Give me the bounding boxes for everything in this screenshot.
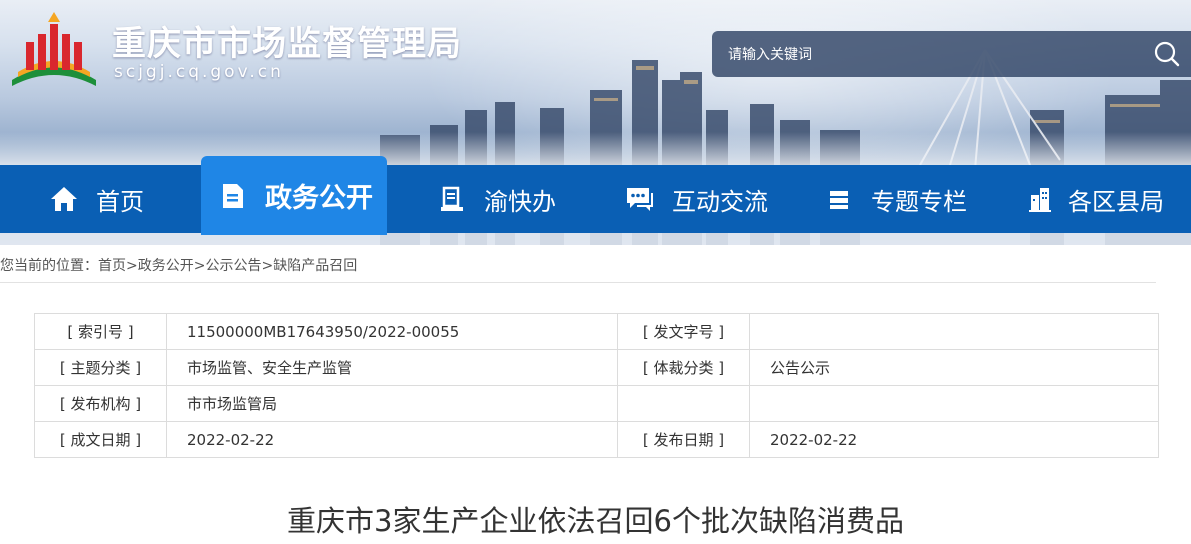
nav-item-yukuaiban[interactable]: 渝快办 (436, 165, 556, 233)
topic-icon (823, 183, 855, 215)
nav-item-district-bureaus[interactable]: 各区县局 (1024, 165, 1164, 233)
search-icon (1154, 41, 1180, 67)
nav-label: 首页 (96, 187, 144, 216)
document-info-table: [ 索引号 ] 11500000MB17643950/2022-00055 [ … (34, 313, 1159, 458)
table-row: [ 成文日期 ] 2022-02-22 [ 发布日期 ] 2022-02-22 (34, 421, 1159, 458)
publish-date-label: [ 发布日期 ] (617, 421, 750, 458)
table-row: [ 索引号 ] 11500000MB17643950/2022-00055 [ … (34, 313, 1159, 350)
nav-label: 互动交流 (672, 187, 768, 216)
breadcrumb-link-defect-recall[interactable]: 缺陷产品召回 (273, 258, 357, 274)
genre-category-value: 公告公示 (749, 349, 1159, 386)
site-title: 重庆市市场监督管理局 (112, 24, 462, 64)
breadcrumb: 您当前的位置：首页>政务公开>公示公告>缺陷产品召回 (0, 255, 357, 275)
genre-category-label: [ 体裁分类 ] (617, 349, 750, 386)
nav-item-home[interactable]: 首页 (48, 165, 144, 233)
document-number-value (749, 313, 1159, 350)
emblem-logo[interactable] (8, 10, 100, 90)
breadcrumb-separator: > (126, 258, 138, 274)
document-icon (217, 180, 249, 212)
nav-item-interaction[interactable]: 互动交流 (624, 165, 768, 233)
service-icon (436, 183, 468, 215)
search-box (712, 31, 1191, 77)
publish-date-value: 2022-02-22 (749, 421, 1159, 458)
main-nav: 首页 政务公开 渝快办 互动交流 专题专栏 各区县局 (0, 156, 1191, 235)
search-button[interactable] (1143, 31, 1191, 77)
nav-label: 各区县局 (1068, 187, 1164, 216)
breadcrumb-link-announcements[interactable]: 公示公告 (205, 258, 261, 274)
empty-value (749, 385, 1159, 422)
building-icon (1024, 183, 1056, 215)
breadcrumb-separator: > (193, 258, 206, 274)
publisher-label: [ 发布机构 ] (34, 385, 167, 422)
topic-category-label: [ 主题分类 ] (34, 349, 167, 386)
breadcrumb-link-home[interactable]: 首页 (98, 258, 126, 274)
site-domain: scjgj.cq.gov.cn (114, 62, 284, 82)
empty-label (617, 385, 750, 422)
nav-item-special-topics[interactable]: 专题专栏 (823, 165, 967, 233)
nav-label: 渝快办 (484, 187, 556, 216)
table-row: [ 发布机构 ] 市市场监管局 (34, 385, 1159, 422)
search-input[interactable] (726, 43, 1130, 67)
index-number-value: 11500000MB17643950/2022-00055 (166, 313, 618, 350)
table-row: [ 主题分类 ] 市场监管、安全生产监管 [ 体裁分类 ] 公告公示 (34, 349, 1159, 386)
nav-label: 专题专栏 (871, 187, 967, 216)
nav-label: 政务公开 (265, 183, 373, 214)
nav-item-government-affairs[interactable]: 政务公开 (201, 156, 387, 235)
publisher-value: 市市场监管局 (166, 385, 618, 422)
written-date-value: 2022-02-22 (166, 421, 618, 458)
breadcrumb-divider (0, 282, 1156, 283)
written-date-label: [ 成文日期 ] (34, 421, 167, 458)
breadcrumb-prefix: 您当前的位置： (0, 258, 98, 274)
breadcrumb-link-government-affairs[interactable]: 政务公开 (138, 258, 194, 274)
article-title: 重庆市3家生产企业依法召回6个批次缺陷消费品 (287, 504, 904, 538)
index-number-label: [ 索引号 ] (34, 313, 167, 350)
chat-icon (624, 183, 656, 215)
topic-category-value: 市场监管、安全生产监管 (166, 349, 618, 386)
home-icon (48, 183, 80, 215)
breadcrumb-separator: > (261, 258, 274, 274)
document-number-label: [ 发文字号 ] (617, 313, 750, 350)
